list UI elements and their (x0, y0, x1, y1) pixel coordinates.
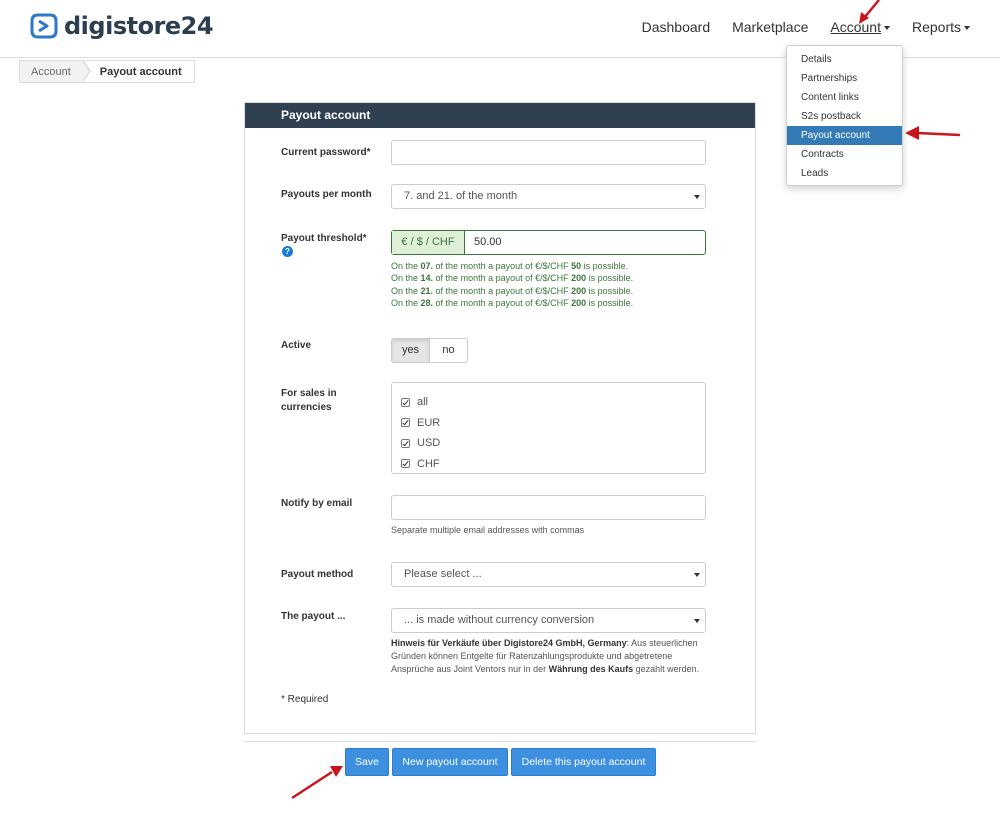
main-nav: Dashboard Marketplace Account Reports (620, 19, 970, 35)
breadcrumb: Account Payout account (19, 60, 195, 83)
new-payout-account-button[interactable]: New payout account (392, 748, 508, 776)
currency-option-label: all (417, 396, 429, 409)
currency-option[interactable]: all (392, 392, 705, 413)
chevron-down-icon (883, 26, 890, 31)
currencies-label: For sales in currencies (281, 388, 337, 413)
nav-reports[interactable]: Reports (912, 19, 970, 35)
chevron-down-icon (964, 26, 970, 31)
chevron-down-icon (694, 619, 700, 623)
checkbox-checked-icon[interactable] (401, 418, 410, 428)
payout-method-value: Please select ... (404, 568, 482, 580)
threshold-note: On the 28. of the month a payout of €/$/… (391, 298, 634, 309)
chevron-down-icon (694, 573, 700, 577)
payout-threshold-input[interactable]: 50.00 (465, 231, 705, 254)
logo[interactable]: digistore24 (30, 12, 214, 40)
digistore-logo-icon (30, 13, 58, 39)
threshold-note: On the 14. of the month a payout of €/$/… (391, 273, 634, 284)
menu-item-content-links[interactable]: Content links (787, 88, 902, 107)
payout-threshold-input-group: € / $ / CHF 50.00 (391, 230, 706, 255)
panel-title: Payout account (245, 103, 755, 128)
payout-account-panel: Payout account Current password* Payouts… (244, 102, 756, 734)
payout-method-select[interactable]: Please select ... (391, 562, 706, 587)
payout-threshold-label: Payout threshold* (281, 233, 367, 244)
menu-item-s2s-postback[interactable]: S2s postback (787, 107, 902, 126)
currency-option-label: USD (417, 437, 441, 450)
currency-addon: € / $ / CHF (392, 231, 465, 254)
breadcrumb-item-account[interactable]: Account (19, 60, 91, 83)
currency-option[interactable]: EUR (392, 413, 705, 434)
the-payout-select[interactable]: ... is made without currency conversion (391, 608, 706, 633)
breadcrumb-item-payout-account: Payout account (83, 60, 195, 83)
payouts-per-month-label: Payouts per month (281, 189, 372, 200)
breadcrumb-separator (81, 60, 91, 82)
active-no-button[interactable]: no (430, 339, 467, 362)
currency-option[interactable]: USD (392, 433, 705, 454)
active-yes-button[interactable]: yes (392, 339, 430, 362)
currencies-checklist: all EUR USD CHF (391, 382, 706, 474)
nav-dashboard[interactable]: Dashboard (642, 19, 711, 35)
annotation-arrow-account-icon (859, 0, 880, 24)
chevron-down-icon (694, 195, 700, 199)
menu-item-partnerships[interactable]: Partnerships (787, 69, 902, 88)
breadcrumb-label: Account (31, 66, 71, 78)
active-toggle: yes no (391, 338, 468, 363)
account-dropdown-menu: Details Partnerships Content links S2s p… (786, 45, 903, 186)
payout-method-label: Payout method (281, 569, 354, 580)
logo-text: digistore24 (64, 12, 214, 40)
nav-reports-label: Reports (911, 19, 961, 35)
active-label: Active (281, 340, 312, 351)
current-password-input[interactable] (391, 140, 706, 165)
notify-email-hint: Separate multiple email addresses with c… (391, 525, 585, 535)
save-button[interactable]: Save (345, 748, 389, 776)
menu-item-payout-account[interactable]: Payout account (787, 126, 902, 145)
the-payout-label: The payout ... (281, 611, 346, 622)
nav-marketplace[interactable]: Marketplace (732, 19, 808, 35)
help-icon[interactable]: ? (282, 246, 293, 257)
checkbox-checked-icon[interactable] (401, 438, 410, 448)
current-password-label: Current password* (281, 147, 371, 158)
payouts-per-month-value: 7. and 21. of the month (404, 190, 518, 202)
threshold-note: On the 07. of the month a payout of €/$/… (391, 261, 629, 271)
currency-notice: Hinweis für Verkäufe über Digistore24 Gm… (391, 638, 700, 674)
checkbox-checked-icon[interactable] (401, 397, 410, 407)
required-note: * Required (281, 694, 329, 705)
delete-payout-account-button[interactable]: Delete this payout account (511, 748, 656, 776)
menu-item-leads[interactable]: Leads (787, 164, 902, 183)
currency-option-label: CHF (417, 457, 440, 470)
annotation-arrow-payout-account-icon (905, 126, 961, 140)
menu-item-contracts[interactable]: Contracts (787, 145, 902, 164)
notify-email-label: Notify by email (281, 498, 353, 509)
payouts-per-month-select[interactable]: 7. and 21. of the month (391, 184, 706, 209)
the-payout-value: ... is made without currency conversion (404, 614, 595, 626)
notify-email-input[interactable] (391, 495, 706, 520)
currency-option-label: EUR (417, 416, 441, 429)
payout-threshold-notes: On the 07. of the month a payout of €/$/… (391, 260, 633, 310)
menu-item-details[interactable]: Details (787, 50, 902, 69)
currency-option[interactable]: CHF (392, 454, 705, 475)
annotation-arrow-save-icon (291, 766, 343, 800)
checkbox-checked-icon[interactable] (401, 459, 410, 469)
threshold-note: On the 21. of the month a payout of €/$/… (391, 285, 634, 296)
form-divider (244, 741, 756, 742)
